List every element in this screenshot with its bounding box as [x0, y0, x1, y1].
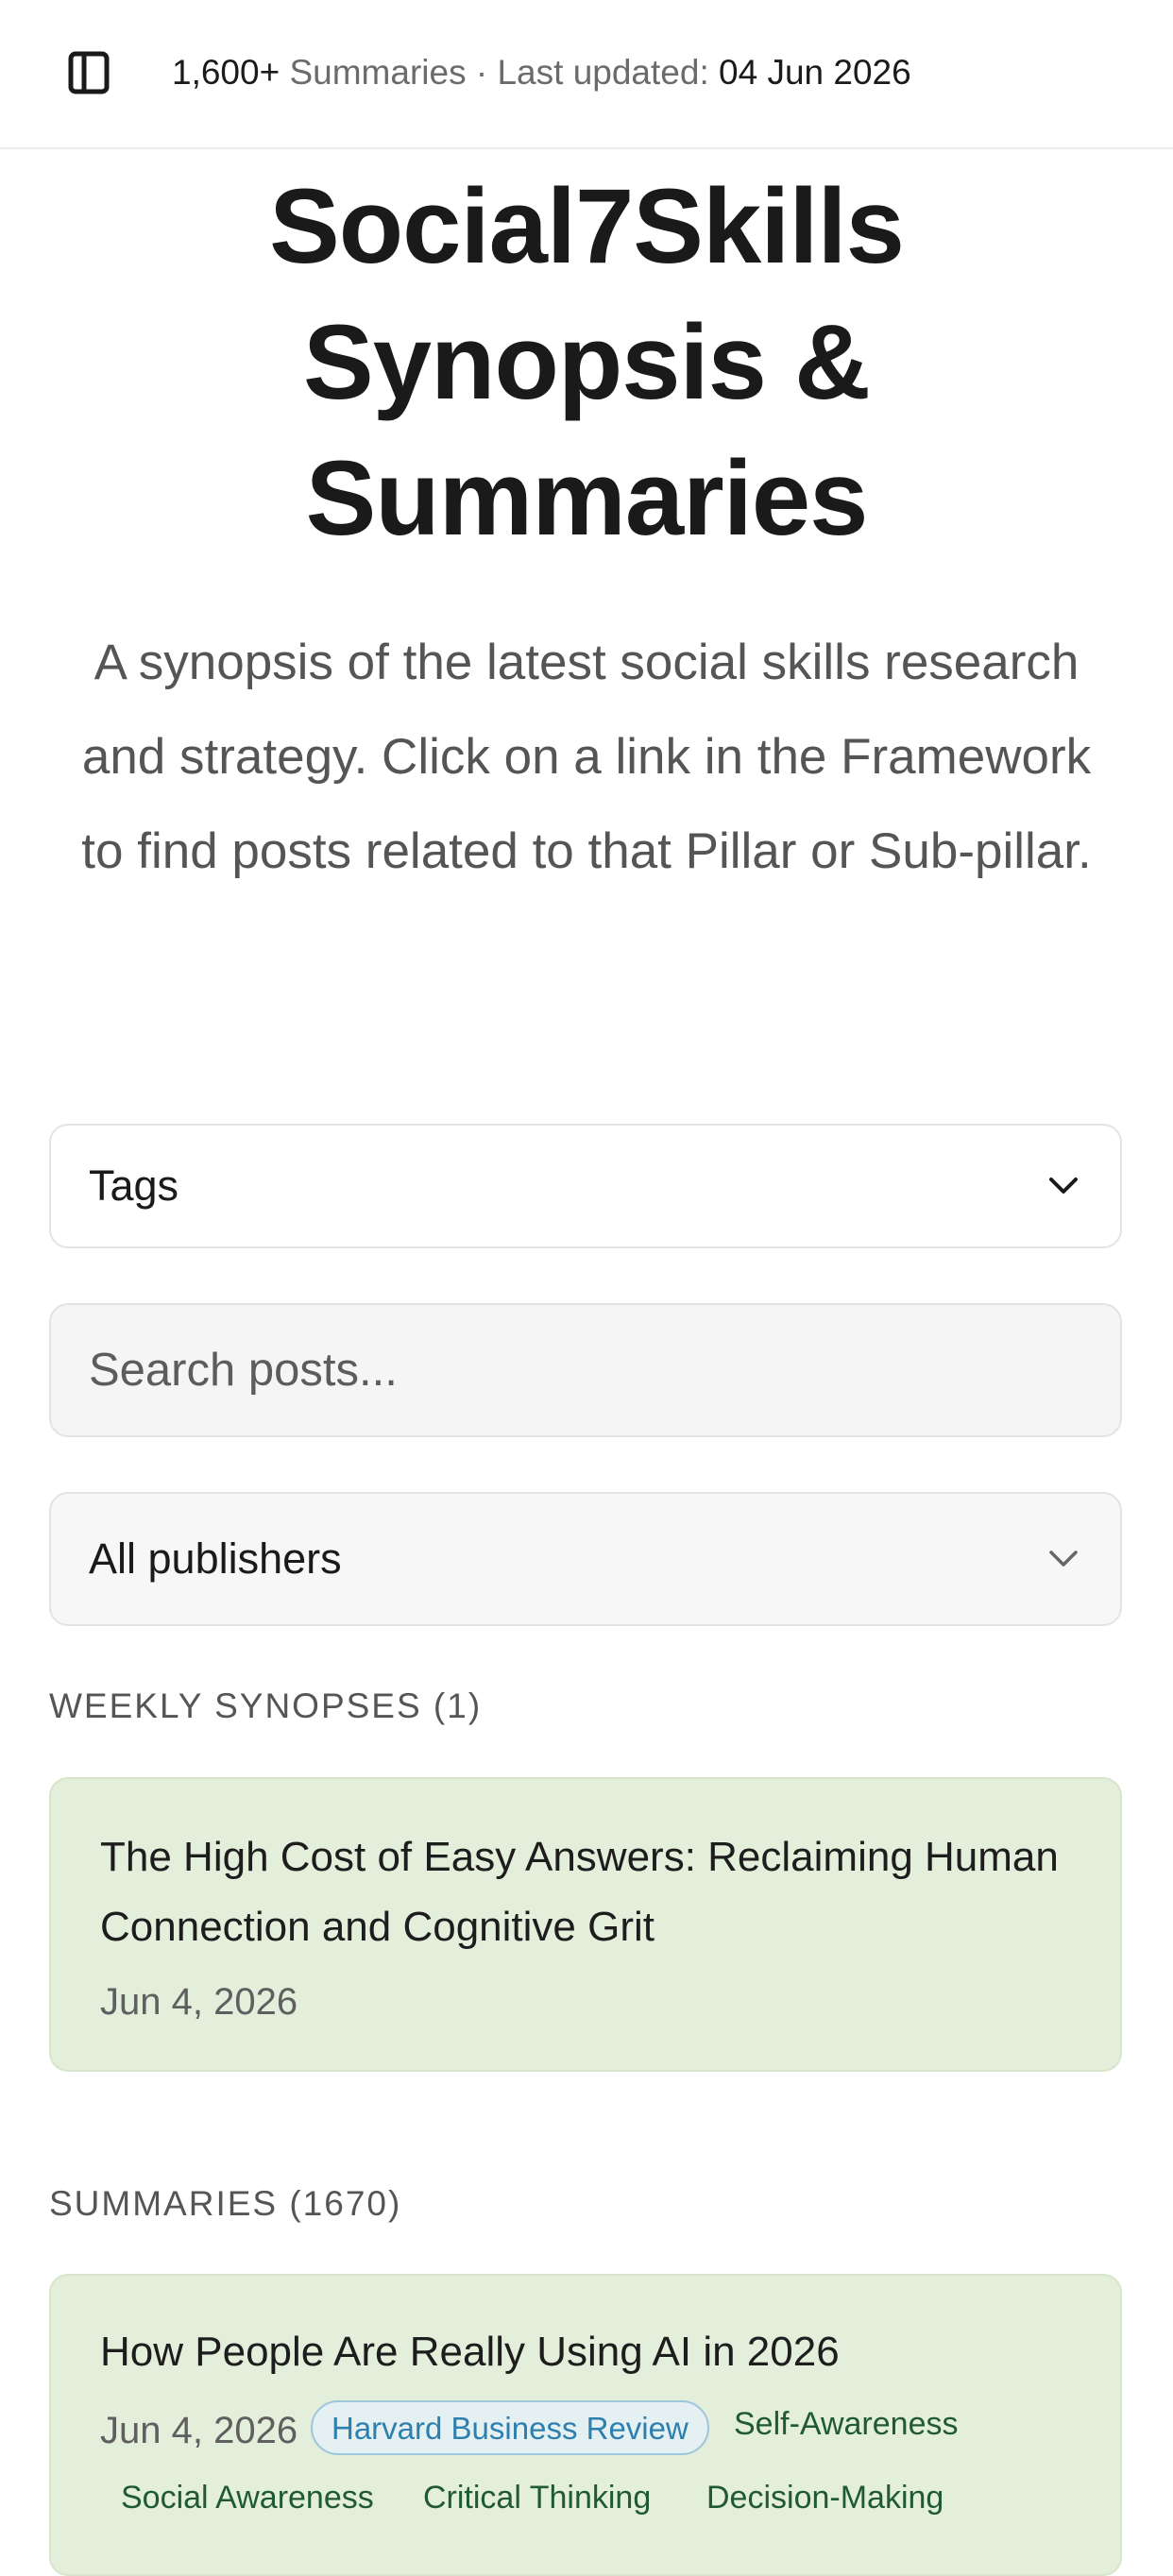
chevron-down-icon: [1049, 1551, 1078, 1567]
summary-date: Jun 4, 2026: [100, 2410, 298, 2451]
summaries-heading: SUMMARIES (1670): [49, 2184, 402, 2223]
summary-title[interactable]: How People Are Really Using AI in 2026: [100, 2317, 1082, 2387]
chevron-down-icon: [1049, 1178, 1078, 1194]
top-bar: 1,600+ Summaries · Last updated: 04 Jun …: [0, 0, 1173, 149]
weekly-synopsis-title[interactable]: The High Cost of Easy Answers: Reclaimin…: [100, 1822, 1082, 1962]
tags-dropdown-label: Tags: [89, 1161, 179, 1210]
tag-link[interactable]: Decision-Making: [706, 2480, 944, 2517]
tag-link[interactable]: Self-Awareness: [734, 2406, 959, 2443]
summaries-word: Summaries: [289, 53, 467, 92]
publisher-dropdown-value: All publishers: [89, 1534, 342, 1583]
summary-count: 1,600+: [172, 53, 280, 92]
sidebar-toggle-icon[interactable]: [68, 51, 110, 94]
tag-link[interactable]: Social Awareness: [121, 2480, 374, 2517]
search-input[interactable]: [49, 1303, 1122, 1437]
tag-link[interactable]: Critical Thinking: [423, 2480, 651, 2517]
summary-card[interactable]: How People Are Really Using AI in 2026 J…: [49, 2274, 1122, 2576]
tags-dropdown[interactable]: Tags: [49, 1124, 1122, 1248]
weekly-synopsis-card[interactable]: The High Cost of Easy Answers: Reclaimin…: [49, 1777, 1122, 2072]
last-updated-date: 04 Jun 2026: [719, 53, 911, 92]
weekly-synopsis-date: Jun 4, 2026: [100, 1981, 298, 2023]
title-line-2: Synopsis &: [303, 303, 871, 421]
publisher-badge[interactable]: Harvard Business Review: [311, 2400, 709, 2455]
weekly-synopses-heading: WEEKLY SYNOPSES (1): [49, 1686, 483, 1725]
title-line-1: Social7Skills: [269, 167, 905, 285]
page-title: Social7Skills Synopsis & Summaries: [0, 159, 1173, 567]
title-line-3: Summaries: [305, 439, 869, 557]
page-subtitle: A synopsis of the latest social skills r…: [81, 635, 1092, 879]
separator: ·: [475, 53, 488, 92]
update-status: 1,600+ Summaries · Last updated: 04 Jun …: [172, 49, 911, 96]
last-updated-label: Last updated:: [497, 53, 709, 92]
publisher-dropdown[interactable]: All publishers: [49, 1492, 1122, 1626]
